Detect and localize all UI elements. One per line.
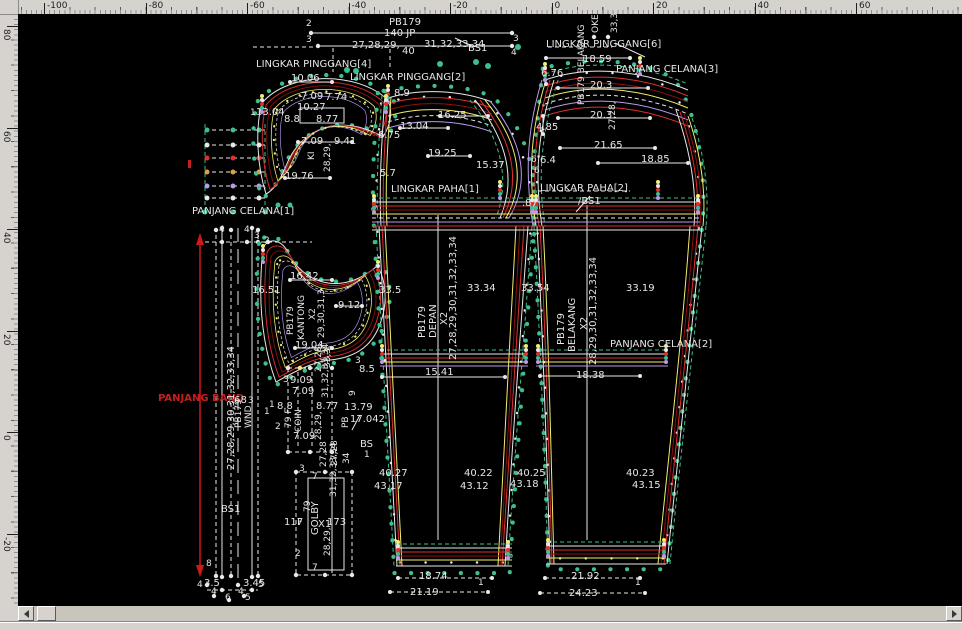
ruler-tick [653, 3, 654, 14]
ruler-label: -20 [453, 1, 468, 11]
ruler-label: -20 [1, 537, 11, 552]
ruler-label: -100 [47, 1, 67, 11]
ruler-tick [7, 432, 18, 433]
ruler-tick [44, 3, 45, 14]
cad-window: -100 -80 -60 -40 -20 0 20 40 60 80 60 40 20 0 -20 [0, 0, 962, 629]
ruler-label: 0 [555, 1, 561, 11]
scrollbar-corner [0, 606, 18, 621]
ruler-corner [0, 0, 19, 15]
left-arrow-icon [24, 610, 29, 618]
left-ruler[interactable]: 80 60 40 20 0 -20 [0, 14, 19, 606]
top-ruler[interactable]: -100 -80 -60 -40 -20 0 20 40 60 [0, 0, 962, 15]
ruler-label: 40 [758, 1, 769, 11]
scrollbar-thumb[interactable] [37, 606, 56, 621]
ruler-tick [552, 3, 553, 14]
ruler-tick [7, 128, 18, 129]
ruler-tick [349, 3, 350, 14]
ruler-label: 20 [656, 1, 667, 11]
ruler-label: 80 [1, 29, 11, 40]
horizontal-scrollbar[interactable] [18, 606, 962, 621]
ruler-tick [856, 3, 857, 14]
ruler-tick [450, 3, 451, 14]
ruler-tick [7, 331, 18, 332]
ruler-label: 40 [1, 232, 11, 243]
ruler-label: -40 [352, 1, 367, 11]
ruler-tick [146, 3, 147, 14]
pattern-drawing [18, 14, 962, 606]
right-arrow-icon [952, 610, 957, 618]
ruler-tick [7, 534, 18, 535]
ruler-label: -60 [250, 1, 265, 11]
ruler-label: -80 [149, 1, 164, 11]
ruler-label: 20 [1, 334, 11, 345]
ruler-label: 0 [1, 435, 11, 441]
ruler-tick [7, 26, 18, 27]
ruler-label: 60 [1, 131, 11, 142]
scroll-left-button[interactable] [18, 606, 34, 621]
ruler-tick [7, 229, 18, 230]
ruler-label: 60 [859, 1, 870, 11]
ruler-tick [247, 3, 248, 14]
ruler-tick [755, 3, 756, 14]
scroll-right-button[interactable] [946, 606, 962, 621]
pattern-canvas[interactable]: 2PB179140 JP327,28,29,4031,32,33,34BS134… [18, 14, 962, 606]
